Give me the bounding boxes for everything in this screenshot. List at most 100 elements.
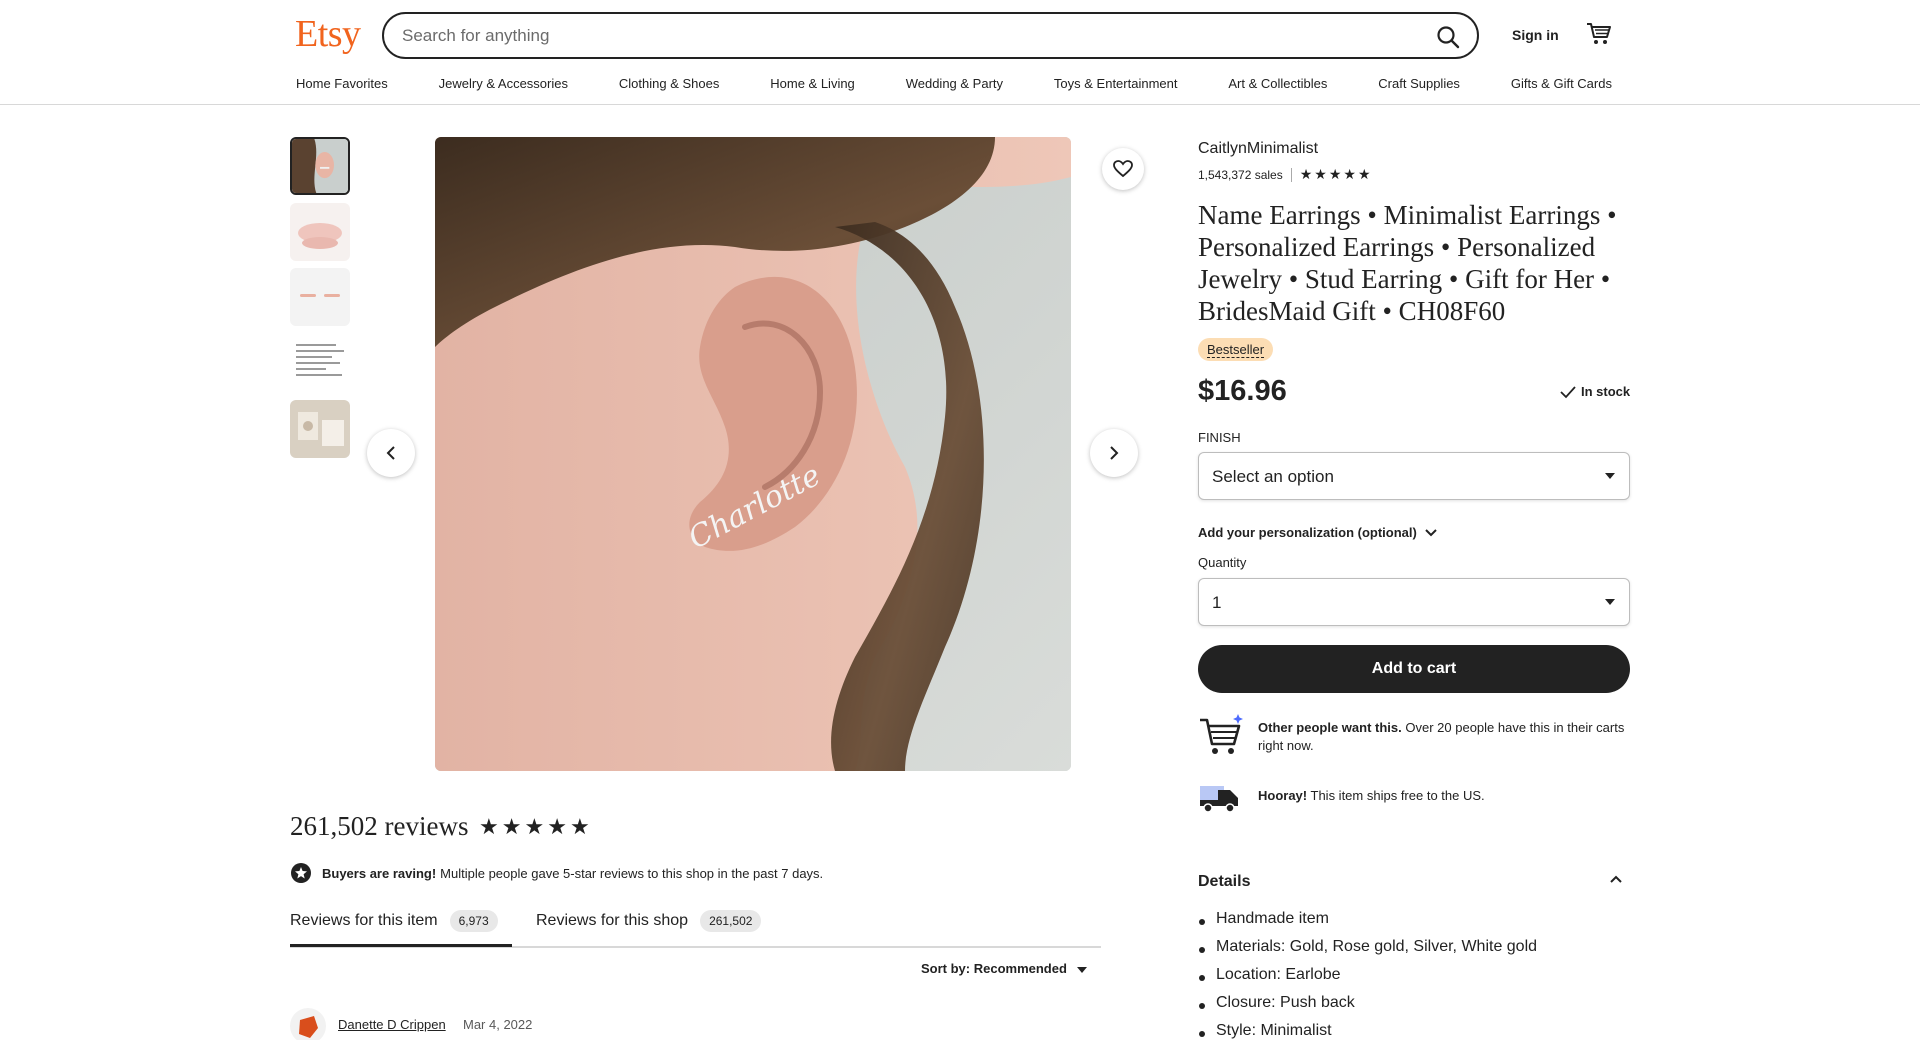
personalization-toggle[interactable]: Add your personalization (optional)	[1198, 525, 1437, 540]
raving-bold: Buyers are raving!	[322, 865, 437, 881]
product-title: Name Earrings • Minimalist Earrings • Pe…	[1198, 200, 1617, 326]
sort-dropdown[interactable]: Sort by: Recommended	[921, 961, 1087, 976]
reviewer-avatar	[290, 1008, 326, 1040]
search-icon	[1437, 26, 1460, 49]
quantity-select[interactable]: 1	[1198, 578, 1630, 626]
thumbnail-1[interactable]	[290, 137, 350, 195]
badge-label: Bestseller	[1207, 342, 1265, 358]
reviews-title: 261,502 reviews	[290, 811, 469, 841]
category-nav: Home Favorites Jewelry & Accessories Clo…	[296, 76, 1612, 91]
review-date: Mar 4, 2022	[463, 1017, 533, 1032]
reviewer-name-link[interactable]: Danette D Crippen	[338, 1017, 446, 1032]
star-icon: ★	[501, 814, 523, 839]
raving-badge-icon	[291, 863, 311, 883]
product-price: $16.96	[1198, 375, 1287, 407]
active-tab-indicator	[290, 944, 512, 947]
avatar-shape-icon	[299, 1016, 318, 1038]
chevron-left-icon	[386, 446, 395, 460]
star-icon: ★	[1314, 166, 1327, 182]
review-tabs: Reviews for this item 6,973 Reviews for …	[290, 906, 1101, 948]
shipping-detail: This item ships free to the US.	[1310, 788, 1485, 803]
tab-reviews-shop-count: 261,502	[700, 910, 762, 932]
sign-in-link[interactable]: Sign in	[1512, 27, 1559, 43]
star-icon: ★	[1299, 166, 1313, 182]
sort-label: Sort by: Recommended	[921, 961, 1067, 976]
demand-promo-text: Other people want this. Over 20 people h…	[1258, 719, 1630, 755]
search-input[interactable]	[402, 24, 1382, 48]
details-accordion-header[interactable]: Details	[1198, 873, 1630, 891]
bestseller-badge[interactable]: Bestseller	[1198, 338, 1274, 361]
tab-reviews-shop[interactable]: Reviews for this shop 261,502	[536, 910, 762, 932]
buyers-raving-banner: Buyers are raving! Multiple people gave …	[290, 862, 823, 884]
sales-count: 1,543,372 sales	[1198, 167, 1283, 182]
details-item: Style: Minimalist	[1198, 1022, 1537, 1040]
nav-item-art[interactable]: Art & Collectibles	[1228, 76, 1327, 91]
quantity-label: Quantity	[1198, 555, 1247, 570]
nav-item-gifts[interactable]: Gifts & Gift Cards	[1511, 76, 1612, 91]
star-icon: ★	[524, 814, 546, 839]
star-icon: ★	[479, 814, 500, 839]
details-item: Handmade item	[1198, 910, 1537, 938]
chevron-up-icon	[1610, 875, 1622, 883]
shop-rating-stars: ★ ★ ★ ★ ★	[1300, 166, 1371, 183]
details-item: Location: Earlobe	[1198, 966, 1537, 994]
details-heading: Details	[1198, 873, 1251, 890]
reviews-rating-stars: ★ ★ ★ ★ ★	[479, 814, 591, 840]
finish-label: FINISH	[1198, 430, 1241, 445]
shipping-promo-text: Hooray! This item ships free to the US.	[1258, 787, 1630, 805]
shop-sales-rating: 1,543,372 sales ★ ★ ★ ★ ★	[1198, 166, 1371, 183]
nav-item-jewelry[interactable]: Jewelry & Accessories	[439, 76, 568, 91]
nav-item-home-favorites[interactable]: Home Favorites	[296, 76, 388, 91]
quantity-select-value: 1	[1212, 593, 1222, 612]
nav-item-craft[interactable]: Craft Supplies	[1378, 76, 1460, 91]
raving-detail: Multiple people gave 5-star reviews to t…	[440, 865, 824, 881]
details-item: Closure: Push back	[1198, 994, 1537, 1022]
cart-button[interactable]	[1586, 22, 1612, 46]
details-item: Materials: Gold, Rose gold, Silver, Whit…	[1198, 938, 1537, 966]
chevron-down-icon	[1425, 528, 1437, 536]
caret-down-icon	[1605, 473, 1615, 479]
finish-select[interactable]: Select an option	[1198, 452, 1630, 500]
site-header: Etsy Sign in Home Favorites Jewelry & Ac…	[0, 0, 1920, 105]
caret-down-icon	[1605, 599, 1615, 605]
check-icon	[1560, 385, 1576, 398]
finish-select-value: Select an option	[1212, 467, 1334, 486]
shipping-bold: Hooray!	[1258, 788, 1308, 803]
star-icon: ★	[1357, 166, 1371, 182]
nav-item-toys[interactable]: Toys & Entertainment	[1054, 76, 1178, 91]
tab-reviews-item-count: 6,973	[449, 910, 498, 932]
star-icon: ★	[1343, 166, 1356, 182]
demand-promo: Other people want this. Over 20 people h…	[1198, 712, 1630, 760]
heart-icon	[1113, 160, 1133, 178]
thumbnail-4[interactable]	[290, 334, 350, 392]
cart-icon	[1587, 23, 1611, 44]
stock-status: In stock	[1560, 384, 1630, 399]
shipping-promo: Hooray! This item ships free to the US.	[1198, 776, 1630, 816]
tab-reviews-shop-label: Reviews for this shop	[536, 912, 689, 929]
thumbnail-5[interactable]	[290, 400, 350, 458]
personalization-label: Add your personalization (optional)	[1198, 525, 1417, 540]
tab-reviews-item[interactable]: Reviews for this item 6,973	[290, 910, 498, 932]
favorite-button[interactable]	[1102, 148, 1144, 190]
cart-demand-icon	[1200, 714, 1243, 754]
etsy-logo[interactable]: Etsy	[295, 12, 361, 56]
shop-name-link[interactable]: CaitlynMinimalist	[1198, 140, 1318, 158]
thumbnail-3[interactable]	[290, 268, 350, 326]
search-button[interactable]	[1435, 24, 1461, 50]
delivery-truck-icon	[1200, 786, 1238, 813]
stock-text: In stock	[1581, 384, 1631, 399]
prev-image-button[interactable]	[367, 429, 415, 477]
nav-item-home-living[interactable]: Home & Living	[770, 76, 855, 91]
chevron-right-icon	[1110, 446, 1119, 460]
main-product-image: Charlotte	[435, 137, 1071, 771]
details-list: Handmade item Materials: Gold, Rose gold…	[1198, 910, 1537, 1040]
thumbnail-2[interactable]	[290, 203, 350, 261]
demand-bold: Other people want this.	[1258, 720, 1402, 735]
divider	[1290, 167, 1292, 182]
nav-item-wedding[interactable]: Wedding & Party	[906, 76, 1003, 91]
add-to-cart-button[interactable]: Add to cart	[1198, 645, 1630, 693]
star-icon: ★	[569, 814, 591, 839]
next-image-button[interactable]	[1090, 429, 1138, 477]
nav-item-clothing[interactable]: Clothing & Shoes	[619, 76, 719, 91]
search-bar[interactable]	[382, 12, 1479, 59]
